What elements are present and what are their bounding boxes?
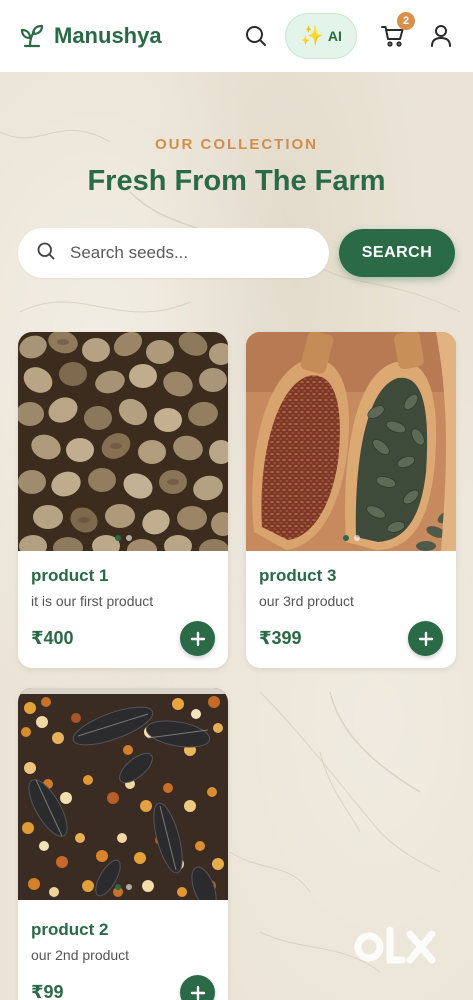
plus-icon — [418, 631, 433, 646]
image-carousel-dots[interactable] — [18, 884, 228, 890]
product-name[interactable]: product 1 — [31, 566, 108, 586]
image-carousel-dots[interactable] — [18, 535, 228, 541]
search-icon — [36, 241, 56, 266]
add-to-cart-button[interactable] — [408, 621, 443, 656]
product-description: it is our first product — [31, 593, 154, 609]
product-card[interactable]: product 1 it is our first product ₹400 — [18, 332, 228, 668]
carousel-dot[interactable] — [342, 535, 349, 541]
product-price: ₹99 — [31, 982, 64, 1000]
plus-icon — [190, 985, 205, 1000]
product-price: ₹399 — [259, 628, 302, 648]
page-title: Fresh From The Farm — [87, 165, 386, 197]
product-card[interactable]: product 3 our 3rd product ₹399 — [246, 332, 456, 668]
ai-assistant-button[interactable]: ✨ AI — [285, 13, 357, 59]
cart-count-badge: 2 — [397, 12, 415, 30]
user-icon[interactable] — [429, 23, 453, 49]
product-card[interactable]: product 2 our 2nd product ₹99 — [18, 688, 228, 1000]
product-image[interactable] — [18, 688, 228, 900]
sprout-icon — [18, 22, 46, 50]
olx-watermark — [352, 922, 442, 972]
product-description: our 2nd product — [31, 947, 130, 963]
section-eyebrow: OUR COLLECTION — [155, 136, 318, 153]
product-name[interactable]: product 3 — [259, 566, 336, 586]
search-button[interactable]: SEARCH — [339, 229, 455, 277]
carousel-dot[interactable] — [114, 884, 121, 890]
plus-icon — [190, 631, 205, 646]
product-name[interactable]: product 2 — [31, 920, 108, 940]
ai-label: AI — [327, 28, 342, 44]
carousel-dot[interactable] — [125, 535, 132, 541]
brand-logo[interactable]: Manushya — [18, 22, 162, 50]
carousel-dot[interactable] — [114, 535, 121, 541]
sparkles-icon: ✨ — [300, 25, 324, 47]
carousel-dot[interactable] — [125, 884, 132, 890]
image-carousel-dots[interactable] — [246, 535, 456, 541]
product-image[interactable] — [246, 332, 456, 551]
product-image[interactable] — [18, 332, 228, 551]
add-to-cart-button[interactable] — [180, 621, 215, 656]
product-description: our 3rd product — [259, 593, 354, 609]
search-input[interactable] — [70, 243, 290, 263]
cart-button[interactable]: 2 — [379, 12, 415, 50]
carousel-dot[interactable] — [353, 535, 360, 541]
brand-name: Manushya — [54, 23, 162, 48]
search-bar — [18, 228, 329, 278]
product-price: ₹400 — [31, 628, 74, 648]
search-icon[interactable] — [243, 23, 269, 49]
add-to-cart-button[interactable] — [180, 975, 215, 1000]
top-header: Manushya ✨ AI 2 — [0, 0, 473, 72]
